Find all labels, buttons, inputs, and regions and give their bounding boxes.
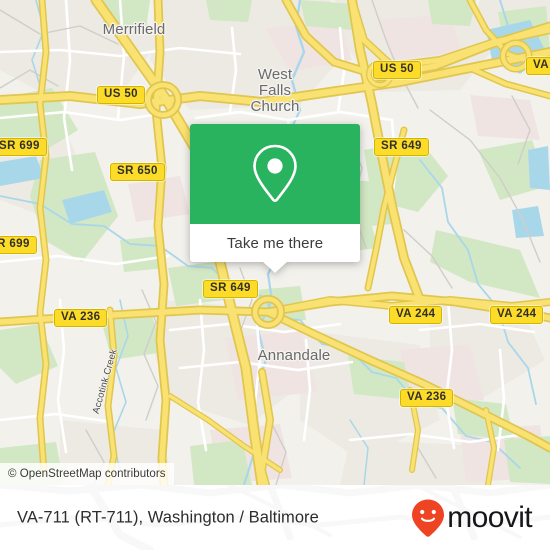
road-shield-va-244-east: VA 244 [490,306,544,324]
road-shield-va-236-southeast: VA 236 [400,389,454,407]
station-title: VA-711 (RT-711), Washington / Baltimore [17,508,319,526]
take-me-there-label: Take me there [226,234,324,252]
road-shield-va-236-west: VA 236 [54,309,108,327]
moovit-smiley-pin-icon [412,499,445,537]
attribution-text: © OpenStreetMap contributors [8,468,166,480]
moovit-station-map-screen: Accotink Creek Merrifield West Falls Chu… [0,0,550,550]
map-attribution[interactable]: © OpenStreetMap contributors [0,463,174,485]
road-shield-sr-699-north: SR 699 [0,138,47,156]
card-pointer-tail [262,261,288,273]
map-canvas[interactable]: Accotink Creek Merrifield West Falls Chu… [0,0,550,485]
road-shield-sr-650: SR 650 [110,163,165,181]
footer-bar: VA-711 (RT-711), Washington / Baltimore … [0,485,550,550]
road-shield-sr-649-north: SR 649 [374,138,429,156]
card-action-area[interactable]: Take me there [190,224,360,273]
map-pin-icon [253,144,297,202]
moovit-wordmark: moovit [447,500,532,534]
road-shield-sr-699-south: SR 699 [0,236,37,254]
card-image-area [190,124,360,224]
road-shield-va-244-west: VA 244 [389,306,443,324]
road-shield-us-50-west: US 50 [97,86,145,104]
road-shield-us-50-east: US 50 [373,61,421,79]
moovit-logo[interactable]: moovit [410,498,533,538]
take-me-there-card[interactable]: Take me there [190,124,360,273]
road-shield-sr-649-south: SR 649 [203,280,258,298]
road-shield-va: VA [526,57,550,75]
